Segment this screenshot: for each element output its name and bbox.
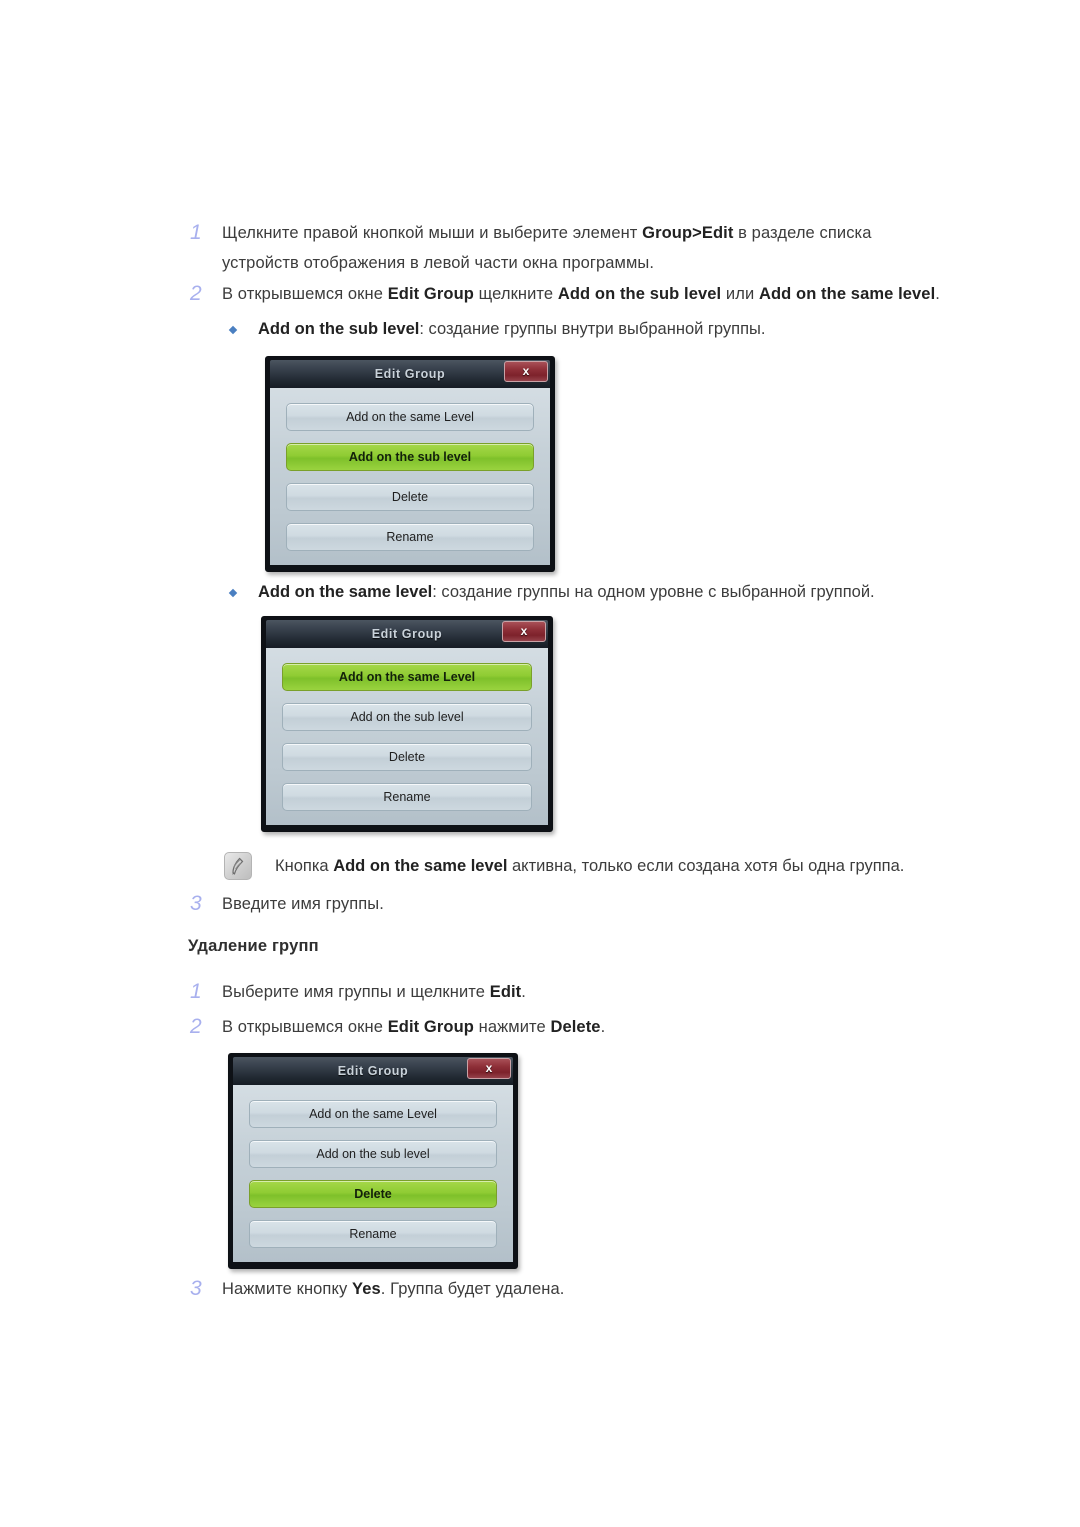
step-add-1: 1 Щелкните правой кнопкой мыши и выберит…: [188, 218, 948, 278]
dialog-button-add-same-level[interactable]: Add on the same Level: [286, 403, 534, 431]
document-page: 1 Щелкните правой кнопкой мыши и выберит…: [0, 0, 1080, 1527]
step-add-2: 2 В открывшемся окне Edit Group щелкните…: [188, 279, 1018, 309]
dialog-button-delete[interactable]: Delete: [282, 743, 532, 771]
dialog-button-add-same-level[interactable]: Add on the same Level: [249, 1100, 497, 1128]
step-number: 2: [190, 1015, 202, 1038]
close-icon[interactable]: x: [504, 361, 548, 382]
step-add-3: 3 Введите имя группы.: [188, 889, 788, 919]
bullet-add-sub-level: Add on the sub level: создание группы вн…: [228, 315, 1028, 343]
dialog-titlebar: Edit Group x: [233, 1057, 513, 1085]
dialog-button-add-sub-level[interactable]: Add on the sub level: [249, 1140, 497, 1168]
dialog-button-rename[interactable]: Rename: [249, 1220, 497, 1248]
edit-group-dialog-same-level[interactable]: Edit Group x Add on the same Level Add o…: [261, 616, 553, 832]
dialog-button-delete[interactable]: Delete: [286, 483, 534, 511]
dialog-button-add-same-level[interactable]: Add on the same Level: [282, 663, 532, 691]
step-text: Нажмите кнопку Yes. Группа будет удалена…: [222, 1280, 565, 1298]
step-delete-3: 3 Нажмите кнопку Yes. Группа будет удале…: [188, 1274, 888, 1304]
edit-group-dialog-delete[interactable]: Edit Group x Add on the same Level Add o…: [228, 1053, 518, 1269]
bullet-diamond-icon: [228, 578, 258, 606]
dialog-button-add-sub-level[interactable]: Add on the sub level: [282, 703, 532, 731]
dialog-button-rename[interactable]: Rename: [282, 783, 532, 811]
note-text: Кнопка Add on the same level активна, то…: [275, 857, 905, 875]
close-icon[interactable]: x: [502, 621, 546, 642]
close-icon[interactable]: x: [467, 1058, 511, 1079]
note-pencil-icon: [224, 852, 252, 880]
step-delete-1: 1 Выберите имя группы и щелкните Edit.: [188, 977, 788, 1007]
note-callout: Кнопка Add on the same level активна, то…: [224, 852, 984, 880]
bullet-text: Add on the sub level: создание группы вн…: [258, 320, 766, 338]
step-number: 1: [190, 221, 202, 244]
bullet-text: Add on the same level: создание группы н…: [258, 583, 875, 601]
step-text: В открывшемся окне Edit Group нажмите De…: [222, 1018, 606, 1036]
step-number: 3: [190, 1277, 202, 1300]
step-text: В открывшемся окне Edit Group щелкните A…: [222, 285, 940, 303]
step-text: Введите имя группы.: [222, 895, 384, 913]
edit-group-dialog-sub-level[interactable]: Edit Group x Add on the same Level Add o…: [265, 356, 555, 572]
bullet-add-same-level: Add on the same level: создание группы н…: [228, 578, 1028, 606]
step-number: 2: [190, 282, 202, 305]
bullet-diamond-icon: [228, 315, 258, 343]
dialog-body: Add on the same Level Add on the sub lev…: [233, 1085, 513, 1262]
dialog-body: Add on the same Level Add on the sub lev…: [266, 648, 548, 825]
dialog-button-delete[interactable]: Delete: [249, 1180, 497, 1208]
step-text: Выберите имя группы и щелкните Edit.: [222, 983, 526, 1001]
section-heading-delete-groups: Удаление групп: [188, 937, 319, 955]
dialog-button-add-sub-level[interactable]: Add on the sub level: [286, 443, 534, 471]
step-text: Щелкните правой кнопкой мыши и выберите …: [222, 224, 872, 272]
step-number: 3: [190, 892, 202, 915]
dialog-button-rename[interactable]: Rename: [286, 523, 534, 551]
step-number: 1: [190, 980, 202, 1003]
dialog-body: Add on the same Level Add on the sub lev…: [270, 388, 550, 565]
dialog-titlebar: Edit Group x: [266, 620, 548, 648]
step-delete-2: 2 В открывшемся окне Edit Group нажмите …: [188, 1012, 888, 1042]
dialog-titlebar: Edit Group x: [270, 360, 550, 388]
